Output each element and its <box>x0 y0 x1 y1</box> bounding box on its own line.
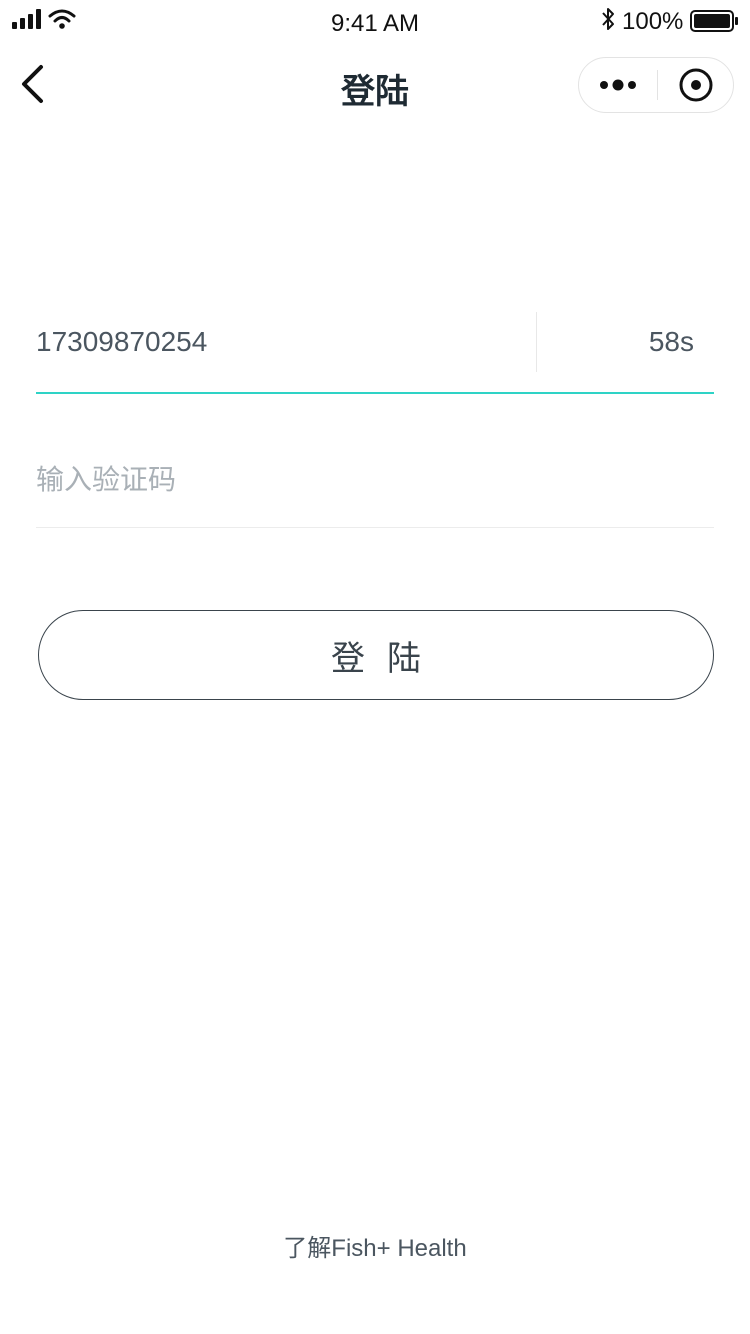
bluetooth-icon <box>602 8 614 30</box>
battery-icon <box>690 10 738 32</box>
verification-code-input[interactable] <box>36 450 714 510</box>
phone-input[interactable] <box>36 312 526 372</box>
status-bar: 9:41 AM 100% <box>0 0 750 44</box>
about-link[interactable]: 了解Fish+ Health <box>0 1228 750 1263</box>
close-button[interactable] <box>658 58 733 111</box>
login-page: 9:41 AM 100% 登陆 17309870254 58s 输入验证码 登陆… <box>0 0 750 1334</box>
more-button[interactable] <box>579 58 657 111</box>
phone-divider <box>536 312 537 372</box>
countdown-button[interactable]: 58s <box>649 326 694 358</box>
battery-percent: 100% <box>622 8 684 35</box>
more-dots-icon <box>600 79 636 90</box>
mini-program-capsule <box>578 57 734 113</box>
phone-row: 58s <box>36 312 714 394</box>
login-button[interactable]: 登陆 <box>38 610 714 700</box>
target-circle-icon <box>679 68 712 101</box>
code-row <box>36 450 714 528</box>
nav-bar: 登陆 <box>0 44 750 128</box>
